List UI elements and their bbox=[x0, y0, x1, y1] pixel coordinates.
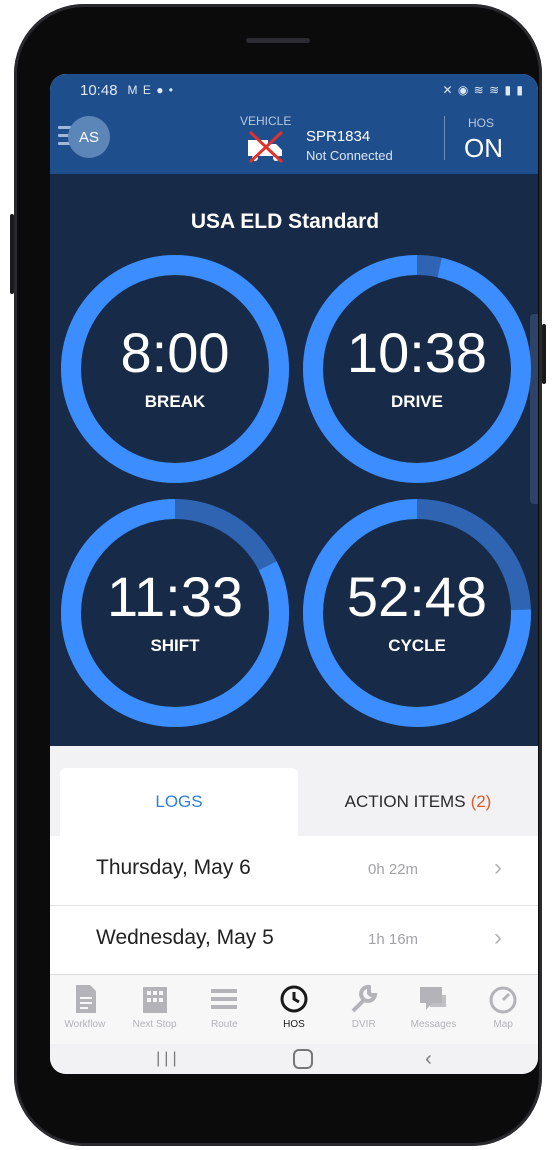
nav-dvir-label: DVIR bbox=[351, 1019, 376, 1030]
vehicle-disconnected-icon[interactable] bbox=[246, 130, 286, 164]
list-icon bbox=[211, 989, 238, 1009]
gauge-break-time: 8:00 bbox=[120, 321, 230, 384]
screen: 10:48 M E ● • ✕ ◉ ≋ ≋ ▮ ▮ AS VEHICLE SPR… bbox=[50, 74, 538, 1074]
nav-workflow[interactable]: Workflow bbox=[50, 975, 120, 1044]
system-nav-bar: ||| ‹ bbox=[50, 1044, 538, 1074]
gauge-cycle[interactable]: 52:48 CYCLE bbox=[298, 494, 536, 732]
action-items-count: (2) bbox=[470, 792, 492, 811]
building-icon bbox=[142, 987, 167, 1013]
header-divider bbox=[444, 116, 445, 160]
clock-icon bbox=[280, 985, 308, 1013]
avatar-initials: AS bbox=[78, 128, 99, 146]
gauge-shift-time: 11:33 bbox=[107, 565, 243, 628]
tab-logs[interactable]: LOGS bbox=[60, 768, 298, 836]
nav-next-stop[interactable]: Next Stop bbox=[120, 975, 190, 1044]
gauge-break[interactable]: 8:00 BREAK bbox=[56, 250, 294, 488]
log-day: Wednesday, May 5 bbox=[96, 926, 274, 949]
earpiece-speaker bbox=[246, 38, 310, 43]
power-button bbox=[542, 324, 546, 384]
wrench-icon bbox=[351, 984, 378, 1013]
nav-workflow-label: Workflow bbox=[64, 1019, 106, 1030]
gauge-cycle-time: 52:48 bbox=[346, 565, 488, 628]
phone-frame: 10:48 M E ● • ✕ ◉ ≋ ≋ ▮ ▮ AS VEHICLE SPR… bbox=[10, 4, 546, 1146]
gauge-drive-time: 10:38 bbox=[346, 321, 488, 384]
ruleset-title: USA ELD Standard bbox=[190, 210, 380, 233]
nav-map[interactable]: Map bbox=[468, 975, 538, 1044]
hos-label: HOS bbox=[468, 116, 495, 130]
log-row[interactable]: Wednesday, May 5 1h 16m › bbox=[50, 906, 538, 976]
log-duration: 1h 16m bbox=[368, 931, 419, 948]
nav-hos[interactable]: HOS bbox=[259, 975, 329, 1044]
gauge-icon bbox=[489, 986, 517, 1014]
chat-icon bbox=[420, 987, 447, 1010]
tab-action-items[interactable]: ACTION ITEMS (2) bbox=[298, 768, 538, 836]
volume-button bbox=[10, 214, 14, 294]
log-duration: 0h 22m bbox=[368, 861, 419, 878]
gauge-cycle-label: CYCLE bbox=[388, 636, 446, 655]
log-list: Thursday, May 6 0h 22m › Wednesday, May … bbox=[50, 836, 538, 976]
nav-messages-label: Messages bbox=[410, 1019, 457, 1030]
nav-next-stop-label: Next Stop bbox=[132, 1019, 177, 1030]
document-icon bbox=[75, 985, 96, 1013]
bottom-nav: Workflow Next Stop Route HOS DVIR Messag… bbox=[50, 974, 538, 1044]
status-icons-left: M E ● • bbox=[127, 83, 174, 97]
home-button[interactable] bbox=[292, 1049, 313, 1069]
tab-action-items-label: ACTION ITEMS bbox=[344, 792, 466, 811]
gauge-drive-label: DRIVE bbox=[391, 392, 443, 411]
tab-bar: LOGS ACTION ITEMS (2) bbox=[50, 746, 538, 836]
nav-messages[interactable]: Messages bbox=[399, 975, 469, 1044]
chevron-right-icon: › bbox=[494, 924, 502, 951]
log-day: Thursday, May 6 bbox=[96, 856, 251, 879]
status-icons-right: ✕ ◉ ≋ ≋ ▮ ▮ bbox=[442, 83, 524, 97]
chevron-right-icon: › bbox=[494, 854, 502, 881]
hos-status-value[interactable]: ON bbox=[464, 133, 503, 164]
avatar[interactable]: AS bbox=[68, 116, 110, 158]
hos-dashboard: USA ELD Standard 8:00 BREAK 10:38 DRIVE bbox=[50, 174, 538, 746]
nav-map-label: Map bbox=[493, 1019, 513, 1030]
status-time: 10:48 bbox=[80, 81, 118, 99]
gauge-break-label: BREAK bbox=[144, 392, 206, 411]
back-button[interactable]: ‹ bbox=[425, 1048, 432, 1071]
recent-apps-button[interactable]: ||| bbox=[156, 1050, 180, 1068]
nav-route-label: Route bbox=[210, 1019, 238, 1030]
app-header: AS VEHICLE SPR1834 Not Connected HOS ON bbox=[50, 106, 538, 174]
gauge-drive[interactable]: 10:38 DRIVE bbox=[298, 250, 536, 488]
tab-logs-label: LOGS bbox=[155, 792, 203, 811]
nav-route[interactable]: Route bbox=[189, 975, 259, 1044]
vehicle-id[interactable]: SPR1834 bbox=[306, 128, 370, 145]
vehicle-status: Not Connected bbox=[306, 148, 393, 163]
gauge-shift-label: SHIFT bbox=[150, 636, 200, 655]
log-row[interactable]: Thursday, May 6 0h 22m › bbox=[50, 836, 538, 906]
nav-hos-label: HOS bbox=[283, 1019, 305, 1030]
vehicle-label: VEHICLE bbox=[240, 114, 292, 128]
status-bar: 10:48 M E ● • ✕ ◉ ≋ ≋ ▮ ▮ bbox=[50, 74, 538, 106]
gauge-shift[interactable]: 11:33 SHIFT bbox=[56, 494, 294, 732]
nav-dvir[interactable]: DVIR bbox=[329, 975, 399, 1044]
